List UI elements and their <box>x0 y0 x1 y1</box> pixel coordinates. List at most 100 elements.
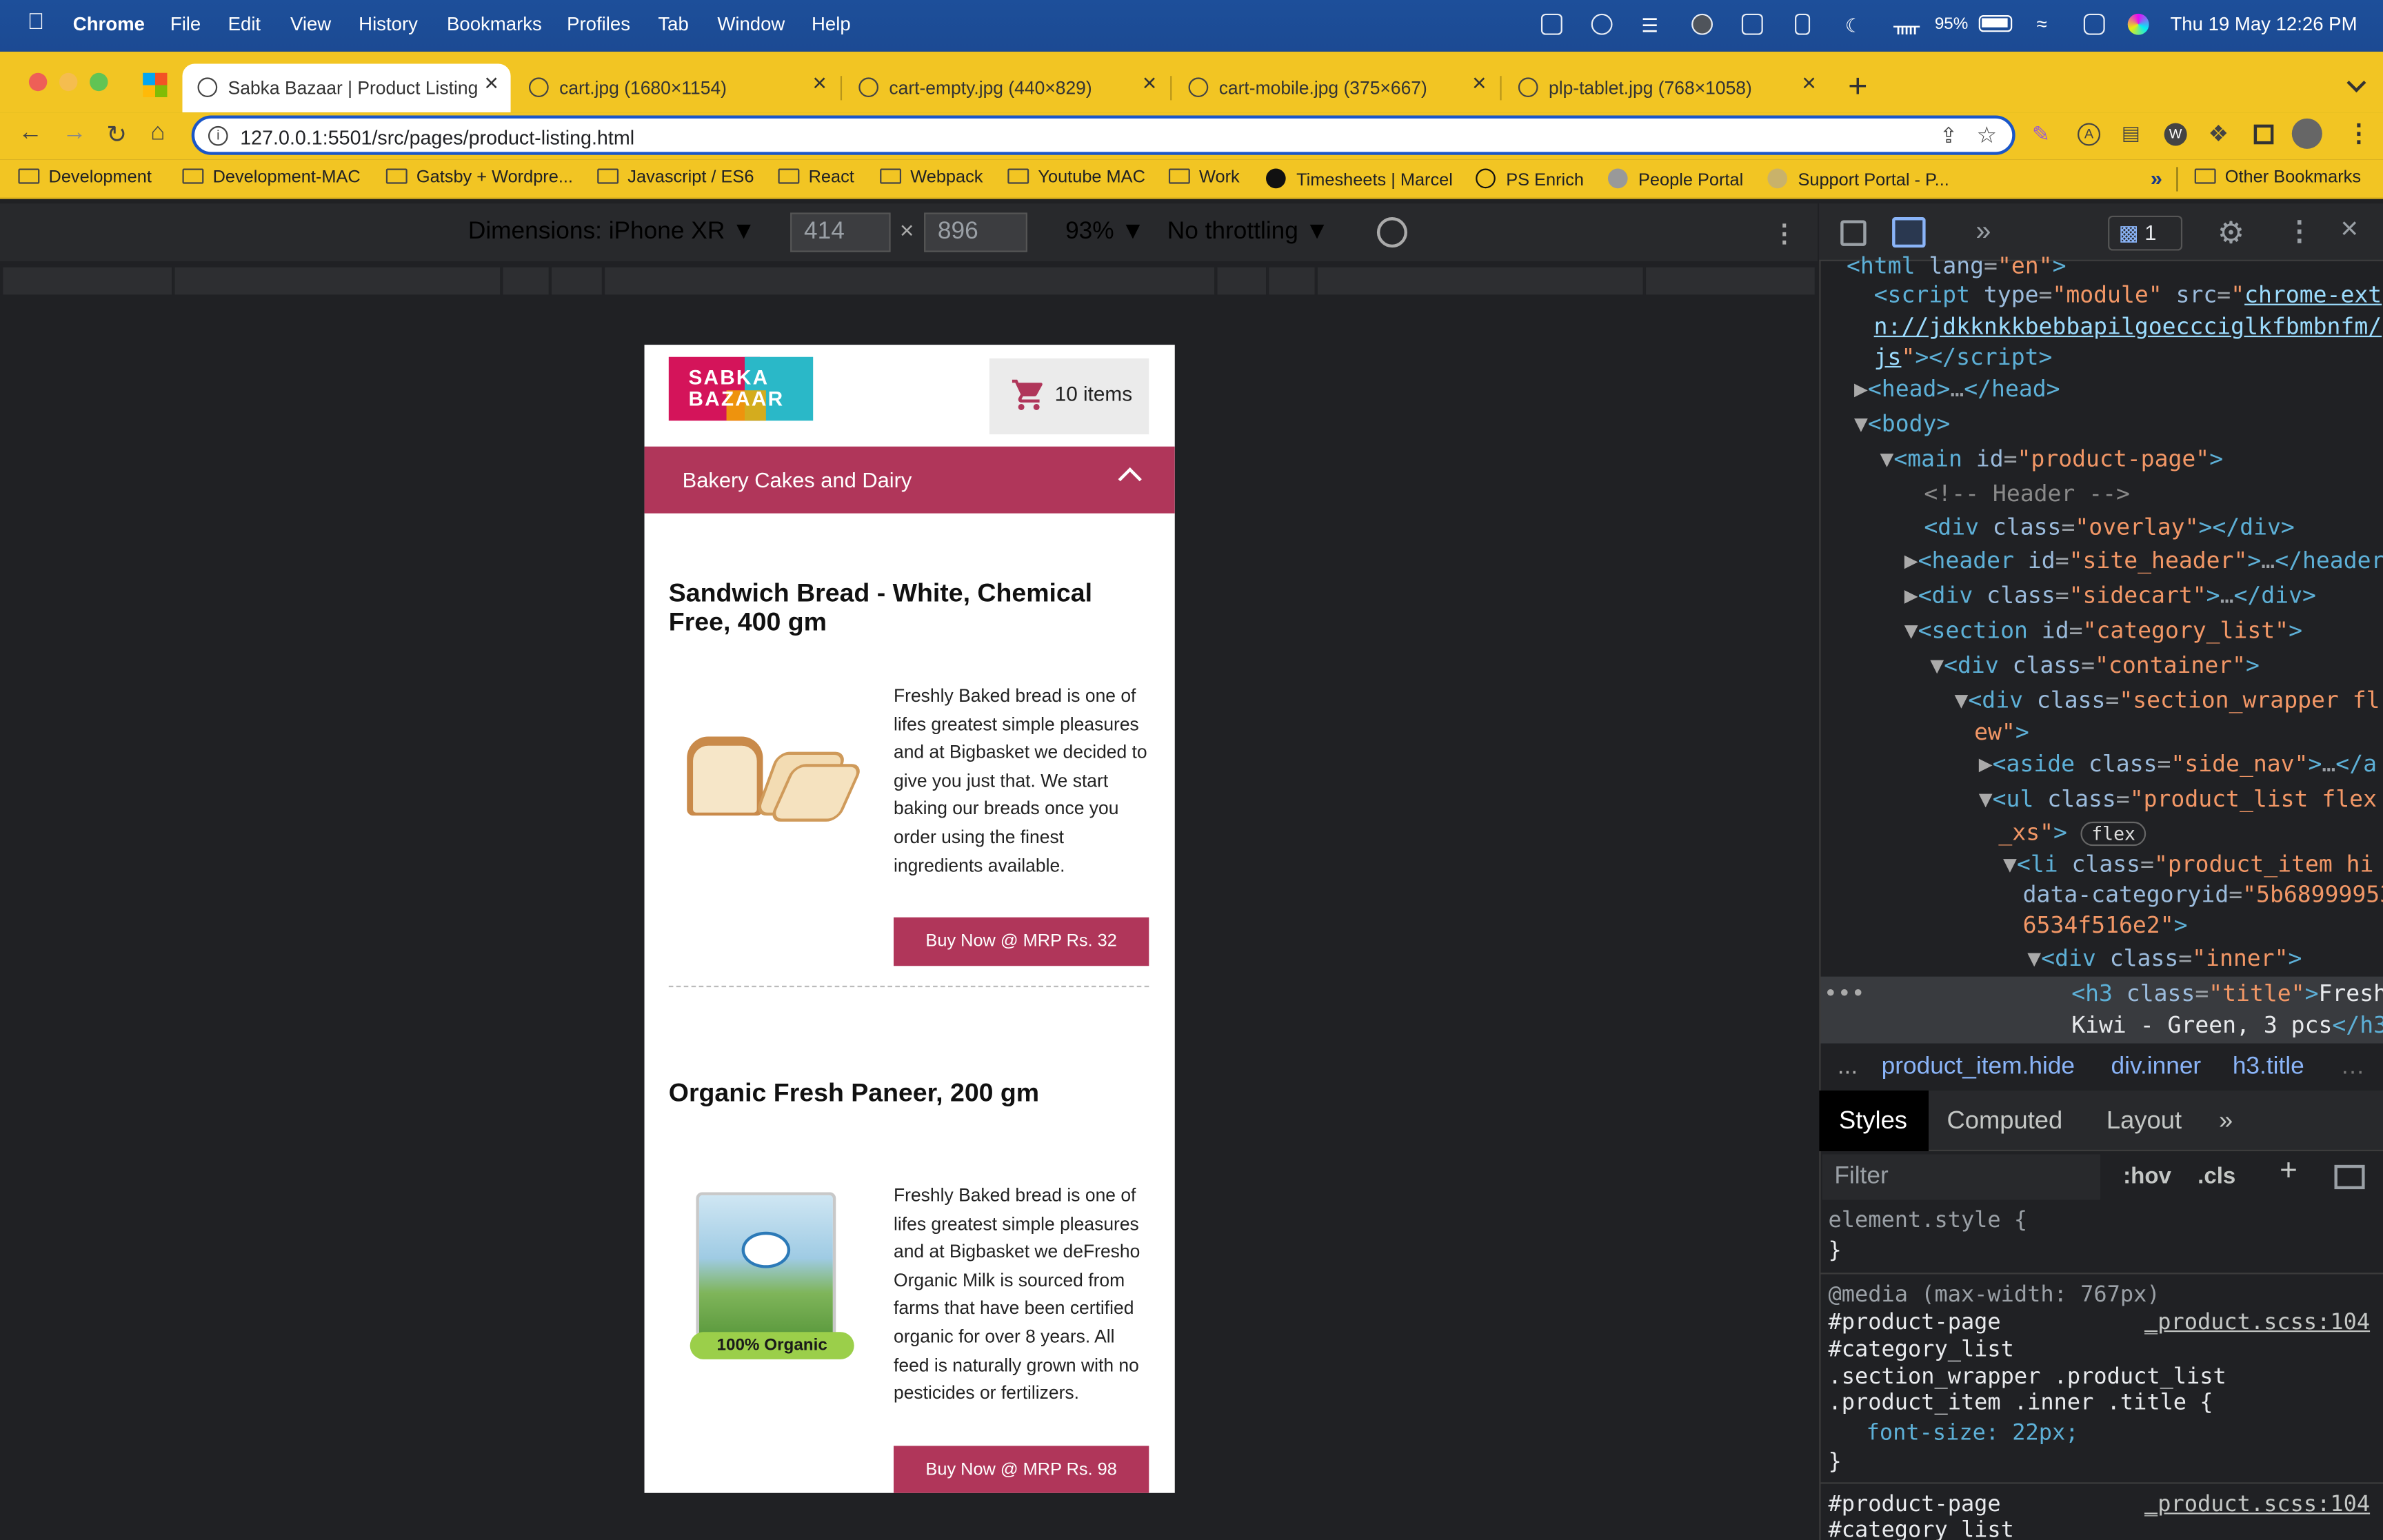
close-devtools-icon[interactable]: × <box>2340 212 2358 247</box>
device-toggle-icon[interactable] <box>1892 217 1926 248</box>
source-link[interactable]: _product.scss:104 <box>2144 1310 2370 1335</box>
bookmark-star-icon[interactable]: ☆ <box>1977 121 1998 148</box>
bookmark-webpack[interactable]: Webpack <box>880 168 983 187</box>
dom-more-icon[interactable]: ••• <box>1824 980 1865 1007</box>
ruler-segment[interactable] <box>1317 267 1645 295</box>
maximize-window-button[interactable] <box>90 72 108 92</box>
bookmark-react[interactable]: React <box>778 168 854 187</box>
tab-computed[interactable]: Computed <box>1947 1107 2062 1136</box>
close-tab-icon[interactable]: × <box>1143 72 1157 99</box>
bookmark-timesheets[interactable]: Timesheets | Marcel <box>1266 168 1453 190</box>
site-info-icon[interactable]: i <box>208 125 228 146</box>
siri-icon[interactable] <box>2127 13 2149 35</box>
url-text[interactable]: 127.0.0.1:5501/src/pages/product-listing… <box>240 126 634 149</box>
new-rule-icon[interactable]: + <box>2280 1154 2297 1189</box>
dom-line[interactable]: 6534f516e2"> <box>2023 911 2188 939</box>
css-selector[interactable]: #category_list <box>1829 1519 2014 1540</box>
dom-line[interactable]: <h3 class="title">Fresh <box>2071 980 2383 1007</box>
menu-help[interactable]: Help <box>812 14 851 35</box>
minimize-window-button[interactable] <box>59 72 78 92</box>
dom-line[interactable]: ▼<section id="category_list"> <box>1904 616 2302 644</box>
chrome-menu-icon[interactable]: ⋮ <box>2346 119 2371 149</box>
share-icon[interactable]: ⇪ <box>1940 123 1958 148</box>
dom-line[interactable]: ▶<aside class="side_nav">…</a <box>1979 750 2377 778</box>
dom-line[interactable]: n://jdkknkkbebbapilgoeccciglkfbmbnfm/ <box>1874 313 2382 341</box>
bookmark-work[interactable]: Work <box>1168 168 1240 187</box>
menu-view[interactable]: View <box>290 14 331 35</box>
ruler-segment[interactable] <box>605 267 1216 295</box>
tab-cart-empty[interactable]: cart-empty.jpg (440×829) × <box>843 64 1169 113</box>
dom-line[interactable]: <script type="module" src="chrome-ext <box>1874 281 2382 309</box>
status-app-icon[interactable] <box>1540 13 1562 35</box>
ruler-segment[interactable] <box>1646 267 1816 295</box>
bluetooth-icon[interactable]: ᚅ <box>1893 14 1920 37</box>
back-icon[interactable]: ← <box>18 120 42 148</box>
dom-line[interactable]: ▶<header id="site_header">…</header <box>1904 547 2383 574</box>
dom-line[interactable]: ▶<div class="sidecart">…</div> <box>1904 582 2316 609</box>
more-bookmarks-icon[interactable]: » <box>2151 165 2162 190</box>
dom-line[interactable]: ▼<div class="container"> <box>1930 651 2260 679</box>
tab-styles[interactable]: Styles <box>1839 1107 1907 1136</box>
dark-status-icon[interactable] <box>1691 13 1713 35</box>
cls-toggle[interactable]: .cls <box>2198 1164 2235 1189</box>
dom-line[interactable]: _xs"> flex <box>1998 819 2146 847</box>
control-center-icon[interactable] <box>2083 13 2105 35</box>
dom-line[interactable]: <div class="overlay"></div> <box>1924 514 2294 541</box>
dom-line[interactable]: ▼<div class="inner"> <box>2027 944 2302 972</box>
css-property[interactable]: font-size: 22px; <box>1867 1421 2079 1446</box>
issues-button[interactable]: ▩ 1 <box>2108 215 2183 251</box>
dom-line[interactable]: ▶<head>…</head> <box>1854 375 2060 403</box>
bookmark-support-portal[interactable]: Support Portal - P... <box>1767 168 1949 190</box>
more-tabs-icon[interactable]: » <box>1975 216 1991 247</box>
menu-bookmarks[interactable]: Bookmarks <box>447 14 542 35</box>
menu-edit[interactable]: Edit <box>228 14 261 35</box>
settings-gear-icon[interactable]: ⚙ <box>2218 214 2245 252</box>
bookmark-youtube-mac[interactable]: Youtube MAC <box>1007 168 1145 187</box>
tab-layout[interactable]: Layout <box>2107 1107 2182 1136</box>
profile-avatar[interactable] <box>2291 118 2322 149</box>
new-tab-button[interactable]: + <box>1848 67 1867 106</box>
apple-icon[interactable]:  <box>28 9 45 34</box>
zoom-select[interactable]: 93% ▼ <box>1065 219 1145 246</box>
dom-line[interactable]: ▼<div class="section_wrapper fl <box>1954 687 2380 714</box>
dom-line[interactable]: data-categoryid="5b68999953 <box>2023 881 2383 909</box>
dom-line[interactable]: ▼<ul class="product_list flex <box>1979 785 2377 813</box>
category-dropdown[interactable]: Bakery Cakes and Dairy <box>644 446 1175 514</box>
breadcrumb-h3-title[interactable]: h3.title <box>2233 1054 2304 1082</box>
close-tab-icon[interactable]: × <box>1472 72 1487 99</box>
close-tab-icon[interactable]: × <box>1802 72 1816 99</box>
tab-cart-mobile[interactable]: cart-mobile.jpg (375×667) × <box>1174 64 1499 113</box>
devtools-menu-icon[interactable]: ⋮ <box>2286 216 2313 247</box>
device-status-icon[interactable] <box>1795 13 1811 35</box>
menu-profiles[interactable]: Profiles <box>567 14 630 35</box>
extension-a-icon[interactable]: A <box>2078 123 2101 146</box>
dom-line[interactable]: js"></script> <box>1874 343 2053 371</box>
css-selector[interactable]: #product-page <box>1829 1310 2001 1335</box>
dom-line[interactable]: Kiwi - Green, 3 pcs</h3 <box>2071 1011 2383 1039</box>
viewport-width-input[interactable]: 414 <box>790 212 891 252</box>
ruler-segment[interactable] <box>1269 267 1316 295</box>
rotate-icon[interactable] <box>1376 217 1407 248</box>
extensions-puzzle-icon[interactable]: ❖ <box>2209 120 2229 147</box>
menu-app-name[interactable]: Chrome <box>73 14 145 35</box>
more-panes-icon[interactable]: » <box>2219 1107 2233 1136</box>
dom-line[interactable]: ew"> <box>1974 718 2029 746</box>
home-icon[interactable]: ⌂ <box>150 120 165 148</box>
headphones-icon[interactable]: ☾ <box>1845 14 1862 37</box>
dom-line[interactable]: ▼<li class="product_item hi <box>2003 851 2373 878</box>
close-tab-icon[interactable]: × <box>484 72 499 99</box>
bookmark-development-mac[interactable]: Development-MAC <box>182 168 361 187</box>
chevron-up-icon[interactable] <box>1118 467 1142 492</box>
side-panel-icon[interactable] <box>2253 124 2274 145</box>
inspect-element-icon[interactable] <box>1840 220 1867 246</box>
dom-line[interactable]: ▼<main id="product-page"> <box>1880 445 2223 473</box>
sabka-bazaar-logo[interactable]: SABKA BAZAAR <box>668 356 814 421</box>
css-selector[interactable]: #category_list <box>1829 1338 2014 1362</box>
device-select[interactable]: Dimensions: iPhone XR ▼ <box>468 219 756 246</box>
ruler-segment[interactable] <box>3 267 174 295</box>
close-window-button[interactable] <box>28 72 48 92</box>
source-link[interactable]: _product.scss:104 <box>2144 1493 2370 1517</box>
breadcrumb-product-item[interactable]: product_item.hide <box>1882 1054 2075 1082</box>
reload-icon[interactable]: ↻ <box>106 120 127 150</box>
tab-plp-tablet[interactable]: plp-tablet.jpg (768×1058) × <box>1503 64 1829 113</box>
